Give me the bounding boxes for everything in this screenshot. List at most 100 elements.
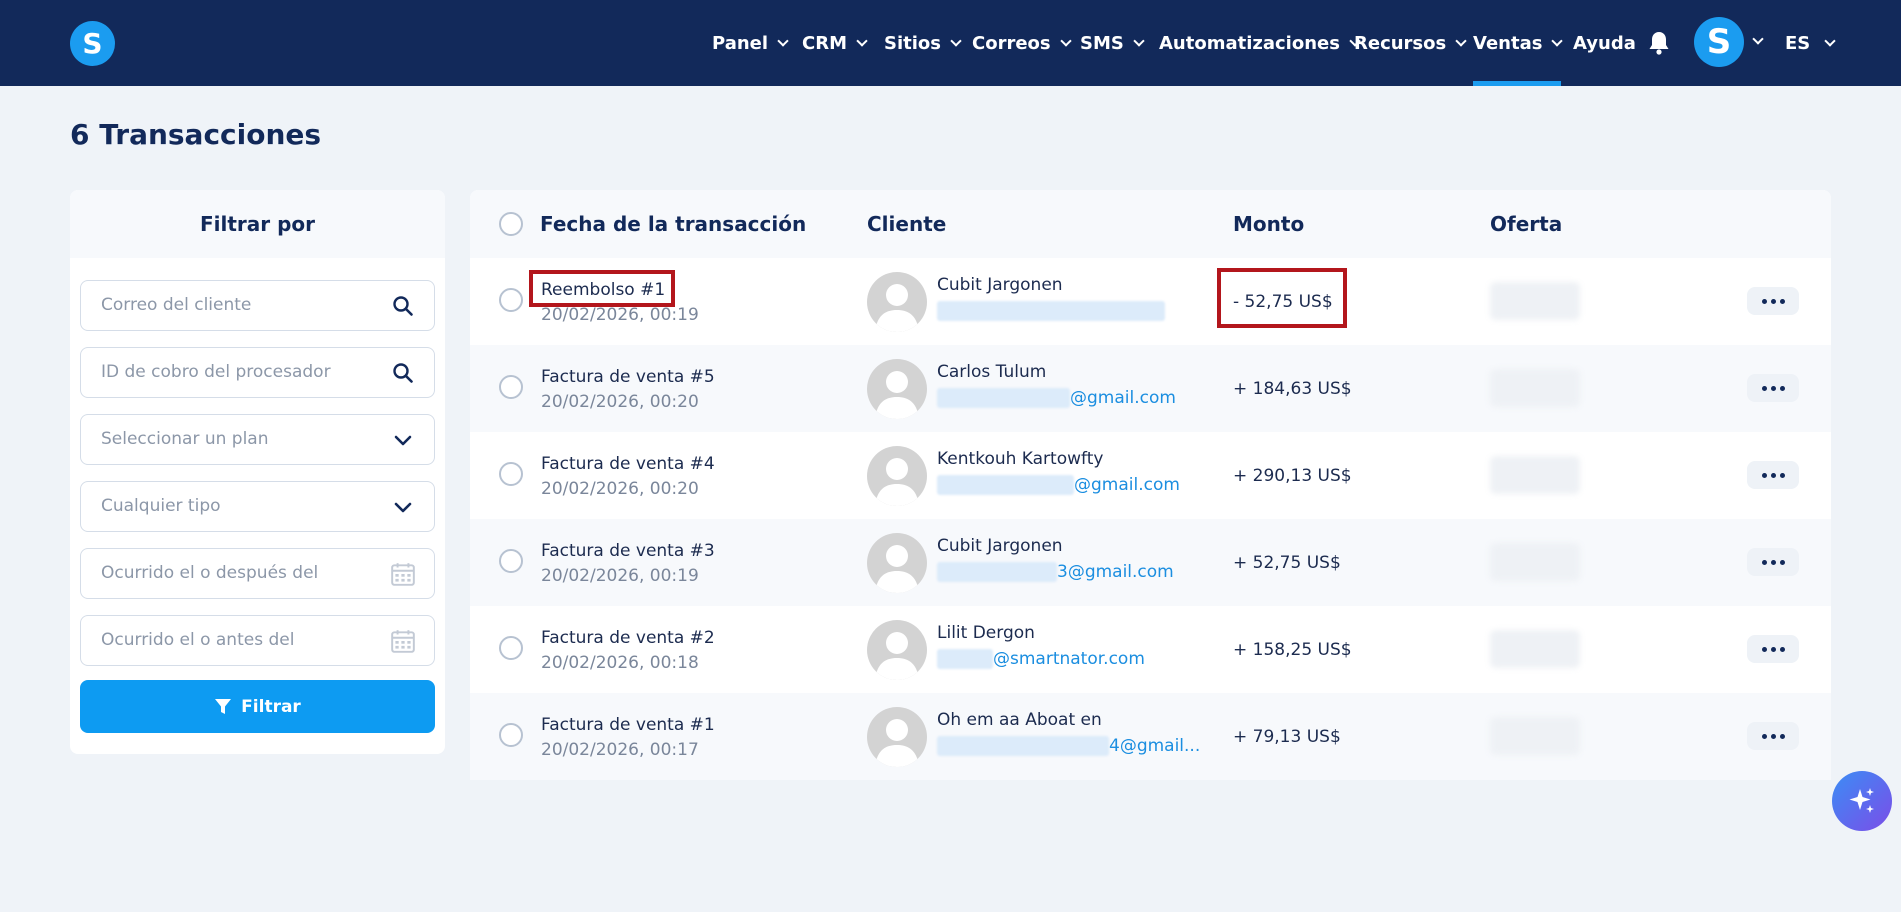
customer-name[interactable]: Cubit Jargonen (937, 275, 1063, 295)
table-row[interactable]: Factura de venta #5 20/02/2026, 00:20 Ca… (470, 345, 1831, 432)
customer-avatar (867, 272, 927, 332)
nav-item-sms[interactable]: SMS (1080, 0, 1145, 86)
row-select-radio[interactable] (499, 462, 523, 486)
customer-name[interactable]: Kentkouh Kartowfty (937, 449, 1103, 469)
date-before-input[interactable] (101, 616, 371, 665)
customer-name[interactable]: Cubit Jargonen (937, 536, 1063, 556)
ai-assistant-button[interactable] (1832, 771, 1892, 831)
row-more-button[interactable] (1747, 287, 1799, 315)
email-visible: 4@gmail... (1109, 736, 1201, 756)
row-select-radio[interactable] (499, 288, 523, 312)
transaction-title[interactable]: Factura de venta #5 (541, 367, 715, 387)
nav-item-ventas[interactable]: Ventas (1473, 0, 1564, 86)
row-select-radio[interactable] (499, 723, 523, 747)
nav-label: CRM (802, 32, 847, 54)
offer-redacted (1490, 717, 1580, 755)
redacted-email (937, 301, 1165, 321)
email-visible: @gmail.com (1070, 388, 1176, 408)
language-selector[interactable]: ES (1785, 0, 1836, 86)
avatar-letter: S (1706, 22, 1732, 62)
processor-charge-id-input[interactable] (101, 348, 371, 397)
calendar-icon[interactable] (390, 561, 416, 587)
customer-email[interactable]: 3@gmail.com (937, 562, 1174, 582)
customer-name[interactable]: Lilit Dergon (937, 623, 1035, 643)
customer-name[interactable]: Oh em aa Aboat en (937, 710, 1102, 730)
redacted-email (937, 475, 1074, 495)
chevron-down-icon[interactable] (1752, 33, 1764, 45)
row-more-button[interactable] (1747, 635, 1799, 663)
transaction-amount: + 79,13 US$ (1233, 727, 1341, 747)
transaction-title[interactable]: Factura de venta #1 (541, 715, 715, 735)
chevron-down-icon (1059, 34, 1072, 47)
row-more-button[interactable] (1747, 461, 1799, 489)
date-after-input[interactable] (101, 549, 371, 598)
chevron-down-icon (1455, 34, 1467, 47)
redacted-email (937, 649, 993, 669)
header-customer[interactable]: Cliente (867, 190, 946, 258)
nav-item-crm[interactable]: CRM (802, 0, 868, 86)
plan-select[interactable]: Seleccionar un plan (80, 414, 435, 465)
customer-email[interactable]: @gmail.com (937, 388, 1176, 408)
transaction-date: 20/02/2026, 00:19 (541, 305, 699, 325)
chevron-down-icon (1133, 34, 1145, 47)
header-offer[interactable]: Oferta (1490, 190, 1562, 258)
table-row[interactable]: Factura de venta #4 20/02/2026, 00:20 Ke… (470, 432, 1831, 519)
customer-email[interactable] (937, 301, 1165, 321)
nav-item-automatizaciones[interactable]: Automatizaciones (1159, 0, 1361, 86)
row-more-button[interactable] (1747, 374, 1799, 402)
customer-email[interactable]: @smartnator.com (937, 649, 1145, 669)
language-label: ES (1785, 32, 1811, 54)
row-more-button[interactable] (1747, 548, 1799, 576)
customer-avatar (867, 446, 927, 506)
transaction-title[interactable]: Factura de venta #3 (541, 541, 715, 561)
top-navigation-bar: S Panel CRM Sitios Correos SMS Automatiz… (0, 0, 1901, 86)
row-more-button[interactable] (1747, 722, 1799, 750)
transaction-title[interactable]: Factura de venta #4 (541, 454, 715, 474)
chevron-down-icon (950, 34, 962, 47)
nav-label: Sitios (884, 32, 941, 54)
search-icon[interactable] (392, 362, 414, 384)
date-after-field[interactable] (80, 548, 435, 599)
transaction-date: 20/02/2026, 00:19 (541, 566, 699, 586)
filter-title: Filtrar por (70, 190, 445, 258)
nav-item-recursos[interactable]: Recursos (1354, 0, 1467, 86)
nav-item-ayuda[interactable]: Ayuda (1573, 0, 1636, 86)
calendar-icon[interactable] (390, 628, 416, 654)
customer-avatar (867, 359, 927, 419)
email-visible: 3@gmail.com (1057, 562, 1174, 582)
email-visible: @gmail.com (1074, 475, 1180, 495)
search-icon[interactable] (392, 295, 414, 317)
row-select-radio[interactable] (499, 549, 523, 573)
table-row[interactable]: Factura de venta #1 20/02/2026, 00:17 Oh… (470, 693, 1831, 780)
highlight-box (529, 270, 675, 307)
date-before-field[interactable] (80, 615, 435, 666)
nav-item-panel[interactable]: Panel (712, 0, 789, 86)
offer-redacted (1490, 543, 1580, 581)
row-select-radio[interactable] (499, 636, 523, 660)
customer-email-field[interactable] (80, 280, 435, 331)
customer-email[interactable]: @gmail.com (937, 475, 1180, 495)
filter-button[interactable]: Filtrar (80, 680, 435, 733)
customer-name[interactable]: Carlos Tulum (937, 362, 1046, 382)
nav-item-sitios[interactable]: Sitios (884, 0, 962, 86)
chevron-down-icon (1824, 34, 1836, 47)
transaction-title[interactable]: Factura de venta #2 (541, 628, 715, 648)
type-select[interactable]: Cualquier tipo (80, 481, 435, 532)
customer-email[interactable]: 4@gmail... (937, 736, 1200, 756)
row-select-radio[interactable] (499, 375, 523, 399)
customer-email-input[interactable] (101, 281, 371, 330)
table-row[interactable]: Factura de venta #2 20/02/2026, 00:18 Li… (470, 606, 1831, 693)
processor-charge-id-field[interactable] (80, 347, 435, 398)
select-all-radio[interactable] (499, 212, 523, 236)
brand-logo[interactable]: S (70, 21, 115, 66)
nav-label: Ventas (1473, 32, 1543, 54)
header-date[interactable]: Fecha de la transacción (540, 190, 806, 258)
user-avatar[interactable]: S (1694, 17, 1744, 67)
customer-avatar (867, 707, 927, 767)
transaction-date: 20/02/2026, 00:17 (541, 740, 699, 760)
bell-icon[interactable] (1647, 30, 1671, 56)
nav-item-correos[interactable]: Correos (972, 0, 1072, 86)
header-amount[interactable]: Monto (1233, 190, 1304, 258)
table-row[interactable]: Factura de venta #3 20/02/2026, 00:19 Cu… (470, 519, 1831, 606)
email-visible: @smartnator.com (993, 649, 1145, 669)
